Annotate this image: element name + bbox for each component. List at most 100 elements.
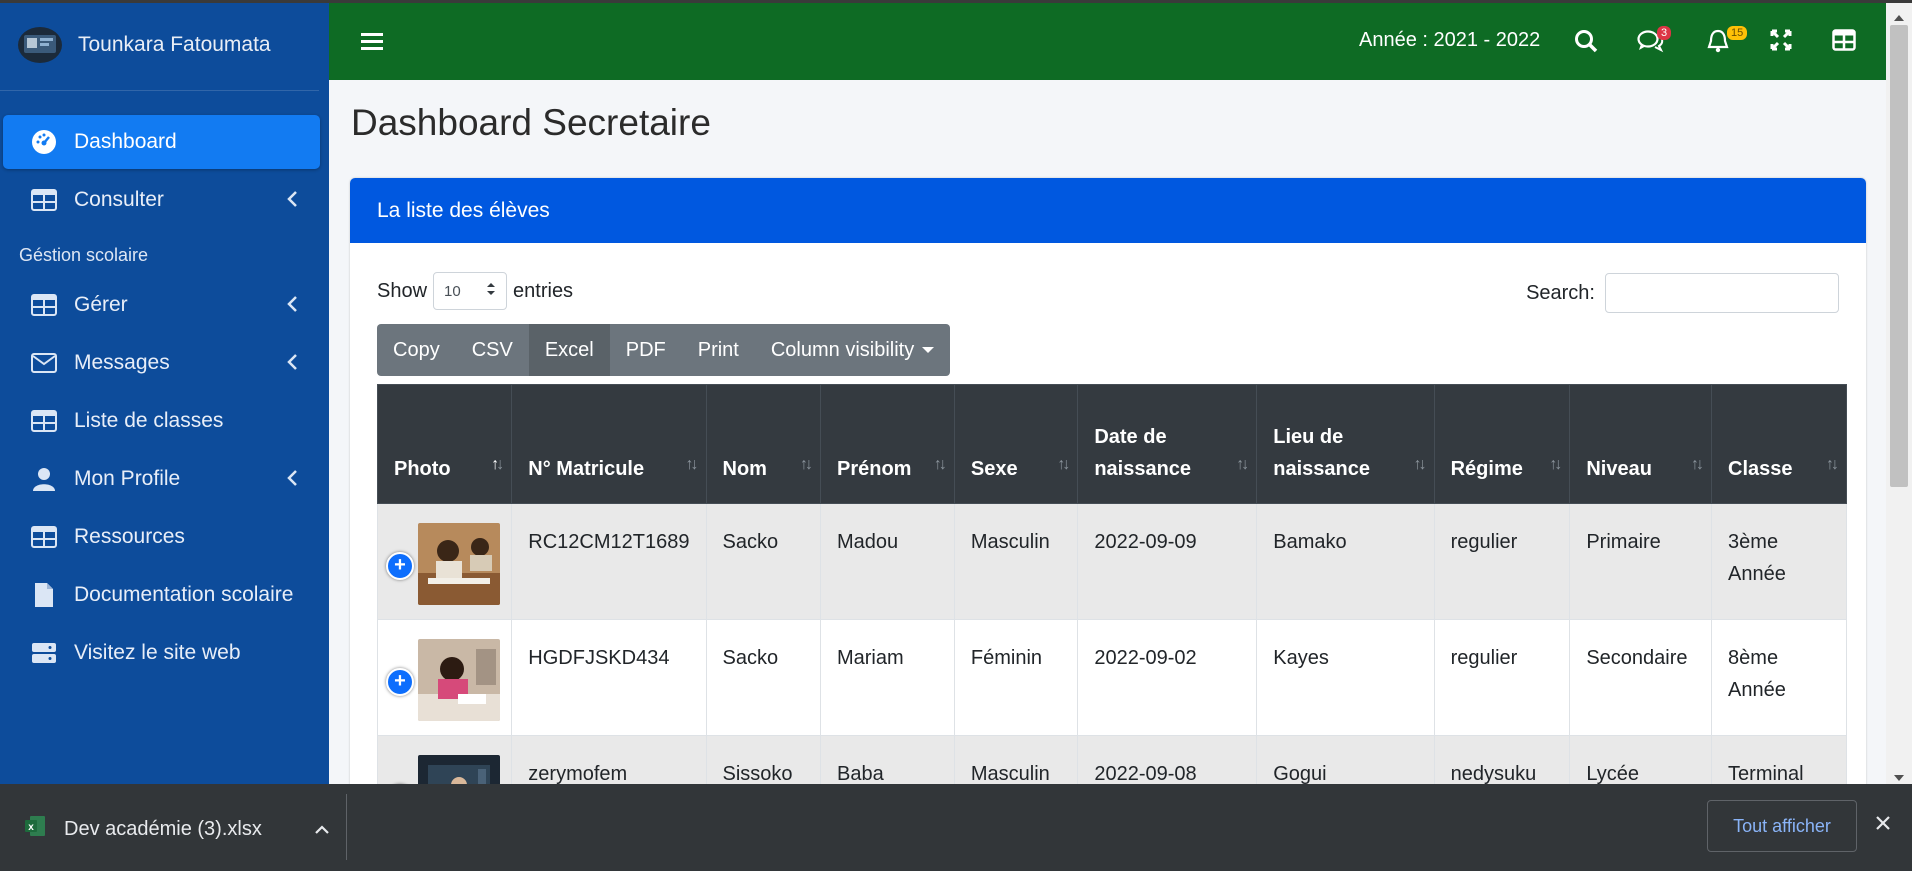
column-visibility-label: Column visibility — [770, 338, 915, 361]
sidebar-item-label: Consulter — [74, 188, 164, 211]
cell-date-naissance: 2022-09-08 — [1077, 735, 1258, 784]
expand-row-icon[interactable]: + — [386, 552, 414, 580]
download-item[interactable]: x Dev académie (3).xlsx — [24, 814, 330, 844]
grid-icon[interactable] — [1832, 29, 1856, 56]
student-photo — [418, 639, 500, 721]
sort-icon: ↑↓ — [1057, 456, 1070, 473]
bell-icon[interactable]: 15 — [1707, 26, 1748, 58]
sort-icon: ↑↓ — [1413, 456, 1427, 473]
search-input[interactable] — [1605, 273, 1839, 313]
col-header-sexe[interactable]: Sexe ↑↓ — [953, 384, 1079, 504]
col-header-nom[interactable]: Nom ↑↓ — [705, 384, 821, 504]
sort-icon: ↑↓ — [1236, 456, 1249, 473]
col-header-niveau[interactable]: Niveau ↑↓ — [1569, 384, 1713, 504]
cell-nom: Sissoko — [705, 735, 821, 784]
show-all-downloads-button[interactable]: Tout afficher — [1707, 800, 1857, 852]
cell-date-naissance: 2022-09-02 — [1077, 619, 1258, 736]
sidebar-item-consulter[interactable]: Consulter — [3, 173, 320, 227]
col-header-lieu-naissance[interactable]: Lieu de naissance ↑↓ — [1256, 384, 1435, 504]
photo-cell: + — [376, 619, 513, 736]
sidebar-item-ressources[interactable]: Ressources — [3, 510, 320, 564]
pdf-button[interactable]: PDF — [609, 324, 682, 376]
close-icon[interactable] — [1874, 814, 1892, 837]
entries-value: 10 — [444, 282, 461, 300]
messages-icon[interactable]: 3 — [1637, 26, 1672, 58]
col-header-matricule[interactable]: N° Matricule ↑↓ — [511, 384, 707, 504]
col-header-classe[interactable]: Classe ↑↓ — [1711, 384, 1847, 504]
col-header-regime[interactable]: Régime ↑↓ — [1433, 384, 1571, 504]
table-row[interactable]: + zerymofem Sissoko Baba Masculin 2022-0… — [376, 735, 1847, 784]
page-title: Dashboard Secretaire — [351, 102, 711, 143]
col-header-prenom[interactable]: Prénom ↑↓ — [819, 384, 955, 504]
sort-icon: ↑↓ — [1826, 456, 1839, 473]
cell-prenom: Mariam — [819, 619, 955, 736]
cell-classe: 3ème Année — [1711, 503, 1847, 620]
sidebar: Tounkara Fatoumata Dashboard Consulter G… — [0, 0, 329, 784]
students-card: La liste des élèves Show 10 entries Sear… — [350, 178, 1866, 784]
search-icon[interactable] — [1574, 29, 1598, 58]
card-header: La liste des élèves — [350, 178, 1866, 243]
sort-icon: ↑↓ — [1691, 456, 1704, 473]
sidebar-item-label: Messages — [74, 351, 170, 374]
cell-classe: Terminal — [1711, 735, 1847, 784]
entries-label: entries — [513, 279, 574, 302]
page-scrollbar[interactable] — [1886, 3, 1912, 784]
cell-prenom: Madou — [819, 503, 955, 620]
column-visibility-button[interactable]: Column visibility — [754, 324, 951, 376]
sidebar-item-gerer[interactable]: Gérer — [3, 278, 320, 332]
window-top-border — [0, 0, 1912, 3]
sidebar-item-dashboard[interactable]: Dashboard — [3, 115, 320, 169]
sidebar-item-visitez-site-web[interactable]: Visitez le site web — [3, 626, 320, 680]
file-icon — [30, 581, 58, 609]
cell-sexe: Masculin — [953, 503, 1079, 620]
expand-row-icon[interactable]: + — [386, 668, 414, 696]
sort-icon: ↑↓ — [1549, 456, 1562, 473]
table-header-row: Photo ↑↓ N° Matricule ↑↓ Nom ↑↓ Prénom ↑↓ Se… — [376, 384, 1847, 504]
cell-prenom: Baba — [819, 735, 955, 784]
cell-regime: nedysuku — [1433, 735, 1571, 784]
sort-asc-icon: ↑↓ — [491, 456, 504, 473]
sidebar-item-label: Dashboard — [74, 130, 177, 153]
sort-icon: ↑↓ — [799, 456, 813, 473]
table-row[interactable]: + RC12CM12T1689 Sacko Madou Masculin 202… — [376, 503, 1847, 620]
sidebar-item-label: Liste de classes — [74, 409, 224, 432]
entries-select[interactable]: 10 — [433, 272, 508, 310]
cell-date-naissance: 2022-09-09 — [1077, 503, 1258, 620]
user-panel[interactable]: Tounkara Fatoumata — [0, 0, 319, 91]
chevron-left-icon — [286, 469, 298, 493]
photo-cell: + — [376, 503, 513, 620]
col-header-date-naissance[interactable]: Date de naissance ↑↓ — [1077, 384, 1258, 504]
cell-sexe: Masculin — [953, 735, 1079, 784]
messages-badge: 3 — [1657, 26, 1672, 40]
gauge-icon — [30, 128, 58, 156]
export-buttons: Copy CSV Excel PDF Print Column visibili… — [377, 324, 951, 376]
sidebar-item-label: Ressources — [74, 525, 185, 548]
col-header-photo[interactable]: Photo ↑↓ — [376, 384, 513, 504]
excel-button[interactable]: Excel — [528, 324, 610, 376]
cell-nom: Sacko — [705, 503, 821, 620]
sidebar-item-liste-de-classes[interactable]: Liste de classes — [3, 394, 320, 448]
sort-icon: ↑↓ — [685, 456, 699, 473]
main-content: Dashboard Secretaire La liste des élèves… — [329, 80, 1886, 784]
card-title: La liste des élèves — [377, 198, 550, 222]
cell-niveau: Primaire — [1569, 503, 1713, 620]
envelope-icon — [30, 349, 58, 377]
table-icon — [30, 407, 58, 435]
sidebar-nav: Dashboard Consulter Géstion scolaire Gér… — [0, 91, 329, 680]
menu-toggle-icon[interactable] — [361, 31, 383, 56]
table-icon — [30, 186, 58, 214]
sidebar-item-mon-profile[interactable]: Mon Profile — [3, 452, 320, 506]
notifications-badge: 15 — [1727, 26, 1748, 40]
fullscreen-icon[interactable] — [1770, 29, 1792, 56]
chevron-up-icon[interactable] — [314, 818, 330, 841]
sidebar-item-messages[interactable]: Messages — [3, 336, 320, 390]
csv-button[interactable]: CSV — [455, 324, 529, 376]
student-photo — [418, 523, 500, 605]
table-row[interactable]: + HGDFJSKD434 Sacko Mariam Féminin 2022-… — [376, 619, 1847, 736]
scrollbar-thumb[interactable] — [1890, 25, 1908, 487]
copy-button[interactable]: Copy — [377, 324, 456, 376]
print-button[interactable]: Print — [681, 324, 755, 376]
sort-updown-icon — [486, 282, 496, 300]
sidebar-item-documentation-scolaire[interactable]: Documentation scolaire — [3, 568, 320, 622]
download-separator — [346, 794, 347, 860]
